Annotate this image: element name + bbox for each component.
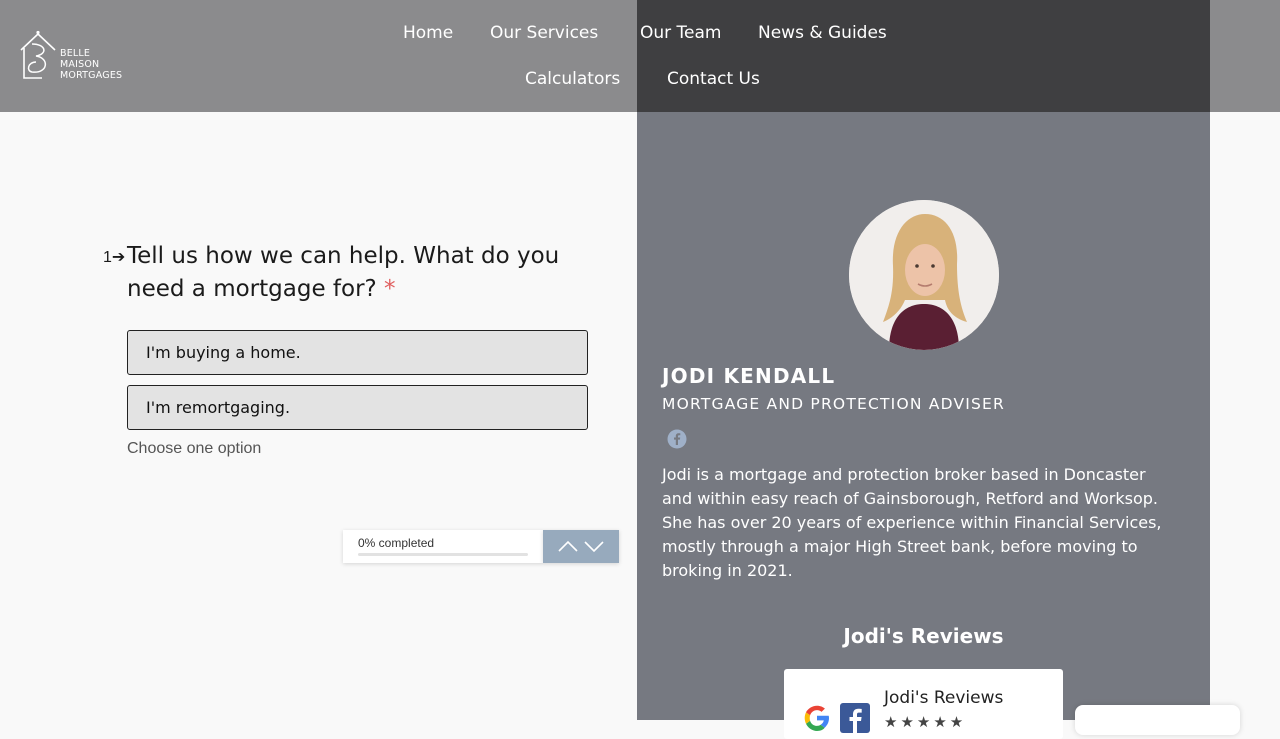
- nav-home[interactable]: Home: [403, 23, 453, 43]
- adviser-name: JODI KENDALL: [662, 364, 836, 388]
- review-card-title: Jodi's Reviews: [884, 688, 1004, 708]
- adviser-photo: [849, 200, 999, 350]
- site-logo[interactable]: BELLE MAISON MORTGAGES: [18, 30, 133, 84]
- star-rating-icon: ★★★★★: [884, 714, 967, 731]
- nav-contact-us[interactable]: Contact Us: [667, 69, 760, 89]
- logo-line: MAISON: [60, 59, 100, 70]
- reviews-widget[interactable]: Jodi's Reviews ★★★★★: [784, 669, 1063, 739]
- facebook-logo-icon: [840, 703, 870, 733]
- adviser-panel: JODI KENDALL MORTGAGE AND PROTECTION ADV…: [637, 112, 1210, 739]
- logo-line: BELLE: [60, 48, 91, 59]
- adviser-bio: Jodi is a mortgage and protection broker…: [662, 465, 1162, 580]
- nav-news-guides[interactable]: News & Guides: [758, 23, 887, 43]
- nav-our-team[interactable]: Our Team: [640, 23, 721, 43]
- next-button[interactable]: [575, 530, 613, 563]
- form-nav-buttons: [543, 530, 619, 563]
- nav-calculators[interactable]: Calculators: [525, 69, 620, 89]
- question-label: Tell us how we can help. What do you nee…: [127, 243, 560, 302]
- logo-text: BELLE MAISON MORTGAGES: [60, 48, 122, 81]
- adviser-role: MORTGAGE AND PROTECTION ADVISER: [662, 395, 1006, 413]
- chevron-down-icon: [584, 541, 604, 553]
- choose-hint: Choose one option: [127, 440, 262, 457]
- progress-label: 0% completed: [358, 536, 435, 550]
- header-dark-band: [637, 0, 1210, 112]
- progress-track: [358, 553, 528, 556]
- floating-widget[interactable]: [1075, 705, 1240, 735]
- site-header: BELLE MAISON MORTGAGES Home Our Services…: [0, 0, 1280, 112]
- google-logo-icon: [804, 705, 829, 731]
- reviews-heading: Jodi's Reviews: [843, 624, 1004, 648]
- arrow-right-icon: ➔: [111, 249, 126, 266]
- progress-indicator: 0% completed: [343, 530, 543, 563]
- question-text: Tell us how we can help. What do you nee…: [127, 240, 597, 306]
- logo-house-icon: [20, 30, 56, 79]
- required-mark: *: [384, 276, 396, 302]
- question-number-value: 1: [103, 249, 112, 266]
- option-remortgaging[interactable]: I'm remortgaging.: [127, 385, 588, 430]
- logo-line: MORTGAGES: [60, 70, 123, 81]
- nav-our-services[interactable]: Our Services: [490, 23, 598, 43]
- option-buying-home[interactable]: I'm buying a home.: [127, 330, 588, 375]
- question-number: 1➔: [103, 247, 125, 267]
- facebook-icon[interactable]: [667, 429, 687, 449]
